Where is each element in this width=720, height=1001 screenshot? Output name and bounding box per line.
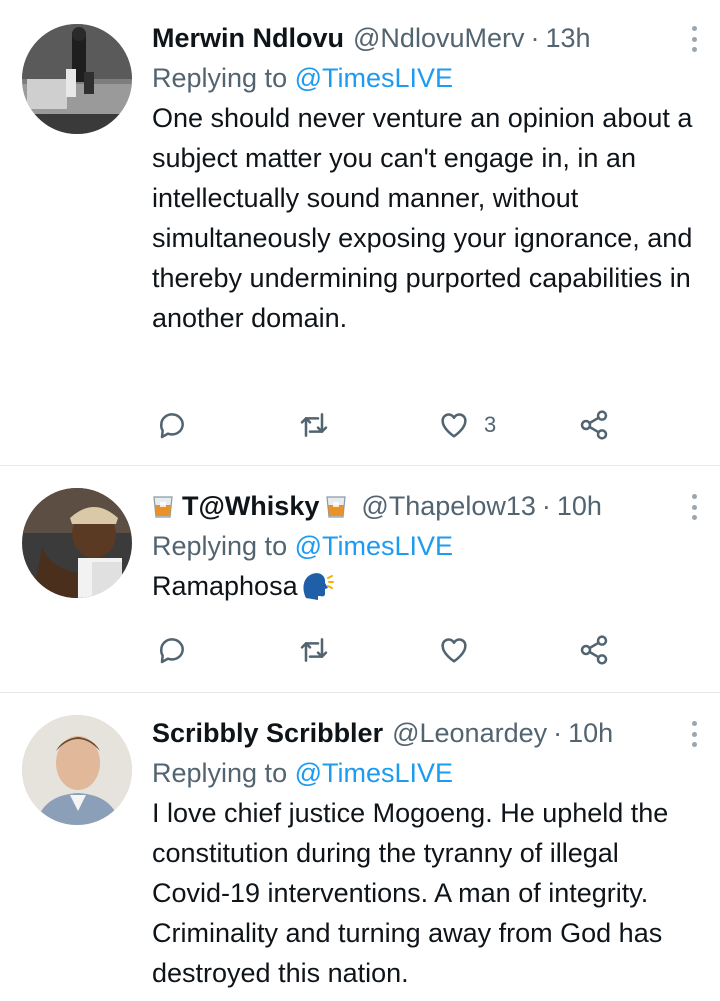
display-name[interactable]: Scribbly Scribbler [152,715,383,751]
display-name[interactable]: Merwin Ndlovu [152,20,344,56]
tweet-header: T@Whisky @Thapelow13 · 10h [152,488,700,524]
retweet-button[interactable] [298,630,330,670]
like-button[interactable] [438,630,484,670]
more-icon[interactable] [690,24,698,54]
tweet-text: One should never venture an opinion abou… [152,103,693,333]
timestamp[interactable]: 13h [545,20,590,56]
more-icon[interactable] [690,492,698,522]
tweet-text-content: Ramaphosa [152,571,298,601]
separator: · [541,491,551,521]
reply-icon [160,413,184,439]
share-button[interactable] [578,630,610,670]
tweet-text: I love chief justice Mogoeng. He upheld … [152,798,669,988]
reply-icon [160,638,184,664]
more-icon[interactable] [690,719,698,749]
like-icon [441,413,467,438]
share-button[interactable] [578,405,610,445]
replying-to: Replying to @TimesLIVE [152,60,700,96]
whisky-glass-icon [153,496,173,518]
retweet-button[interactable] [298,405,330,445]
avatar[interactable] [22,715,132,825]
replying-handle-link[interactable]: @TimesLIVE [295,531,453,561]
reply-button[interactable] [156,405,188,445]
like-icon [441,638,467,663]
timestamp[interactable]: 10h [557,488,602,524]
replying-label: Replying to [152,758,288,788]
avatar[interactable] [22,24,132,134]
replying-to: Replying to @TimesLIVE [152,528,700,564]
share-icon [580,635,608,665]
replying-handle-link[interactable]: @TimesLIVE [295,63,453,93]
timestamp[interactable]: 10h [568,715,613,751]
tweet-header: Merwin Ndlovu @NdlovuMerv · 13h [152,20,700,56]
tweet[interactable]: Merwin Ndlovu @NdlovuMerv · 13h Replying… [0,0,720,466]
user-handle[interactable]: @NdlovuMerv [353,20,524,56]
display-name[interactable]: T@Whisky [182,488,319,524]
action-bar: 3 [152,405,622,445]
replying-label: Replying to [152,531,288,561]
replying-to: Replying to @TimesLIVE [152,755,700,791]
reply-button[interactable] [156,630,188,670]
tweet-header: Scribbly Scribbler @Leonardey · 10h [152,715,700,751]
action-bar [152,630,622,670]
replying-handle-link[interactable]: @TimesLIVE [295,758,453,788]
retweet-icon [300,638,328,662]
user-handle[interactable]: @Thapelow13 [361,488,536,524]
tweet[interactable]: Scribbly Scribbler @Leonardey · 10h Repl… [0,693,720,1001]
avatar[interactable] [22,488,132,598]
speaking-head-icon [303,573,334,600]
whisky-glass-icon [326,496,347,518]
user-handle[interactable]: @Leonardey [392,715,547,751]
separator: · [553,718,563,748]
separator: · [530,23,540,53]
retweet-icon [300,413,328,437]
replying-label: Replying to [152,63,288,93]
like-button[interactable]: 3 [438,405,496,445]
tweet[interactable]: T@Whisky @Thapelow13 · 10h Replying to @… [0,466,720,693]
like-count: 3 [484,412,497,437]
share-icon [580,410,608,440]
tweet-text: Ramaphosa [152,566,700,606]
